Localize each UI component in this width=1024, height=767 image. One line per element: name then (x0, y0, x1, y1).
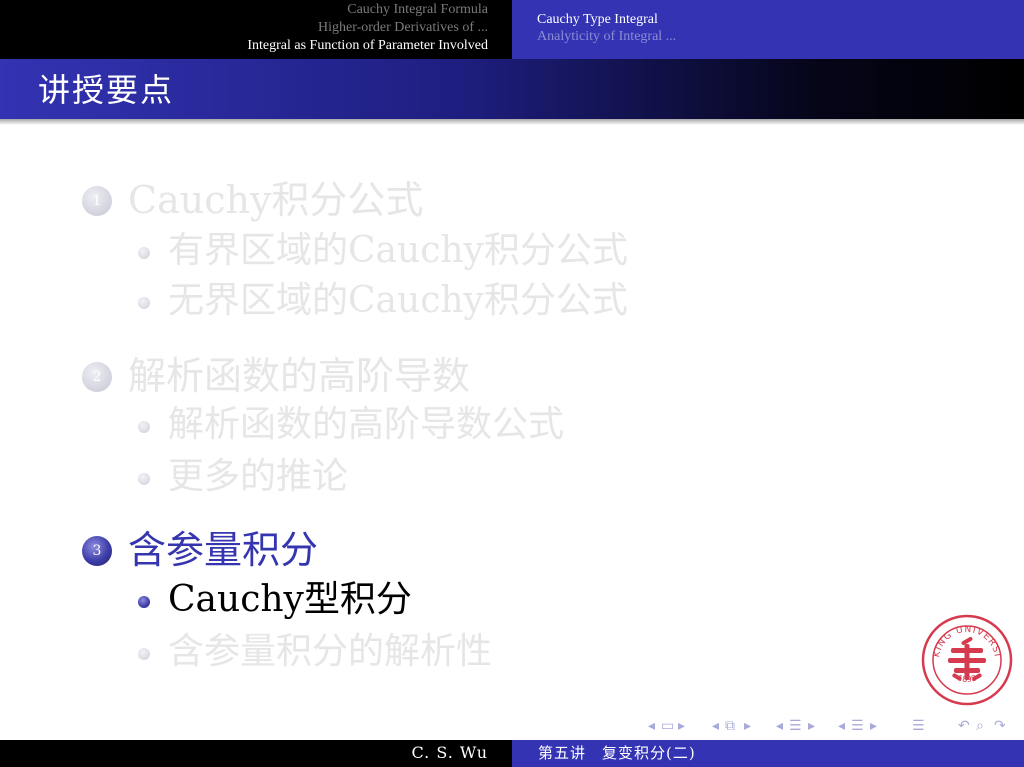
outline-number-badge: 2 (82, 362, 112, 392)
nav-frame-icon[interactable]: ▭ (661, 716, 674, 736)
bullet-icon-current (138, 596, 150, 608)
title-bar-shadow (0, 119, 1024, 125)
outline-item-current[interactable]: 含参量积分 (128, 528, 318, 572)
nav-next-doc-arrow-icon[interactable]: ▸ (870, 716, 877, 736)
frame-title: 讲授要点 (38, 71, 175, 109)
nav-search-icon[interactable]: ⌕ (976, 716, 984, 736)
nav-back-icon[interactable]: ↶ (958, 716, 970, 736)
header-subsections-panel: Cauchy Type Integral Analyticity of Inte… (512, 0, 1024, 59)
footer-short-title: 第五讲 复变积分(二) (538, 744, 696, 762)
nav-next-subsection-arrow-icon[interactable]: ▸ (744, 716, 751, 736)
nav-section-icon[interactable]: ☰ (789, 716, 802, 736)
outline-number-badge: 1 (82, 186, 112, 216)
nav-prev-subsection-arrow-icon[interactable]: ◂ (712, 716, 719, 736)
nav-appendix-icon[interactable]: ☰ (912, 716, 925, 736)
bullet-icon (138, 421, 150, 433)
outline-subitem[interactable]: 更多的推论 (168, 456, 348, 498)
bullet-icon (138, 297, 150, 309)
nav-subsection-icon[interactable]: ⧉ (725, 716, 735, 736)
nav-prev-section-arrow-icon[interactable]: ◂ (776, 716, 783, 736)
header-section-link[interactable]: Higher-order Derivatives of ... (318, 20, 488, 36)
outline-item[interactable]: 解析函数的高阶导数 (128, 354, 470, 398)
outline-number-badge-current: 3 (82, 536, 112, 566)
bullet-icon (138, 473, 150, 485)
outline-subitem[interactable]: 有界区域的Cauchy积分公式 (168, 230, 628, 272)
nav-document-icon[interactable]: ☰ (851, 716, 864, 736)
header-section-link[interactable]: Cauchy Integral Formula (347, 2, 488, 18)
nav-next-frame-arrow-icon[interactable]: ▸ (678, 716, 685, 736)
outline-subitem[interactable]: 解析函数的高阶导数公式 (168, 404, 564, 446)
header-sections-panel: Cauchy Integral Formula Higher-order Der… (0, 0, 512, 59)
footer-author-panel: C. S. Wu (0, 740, 512, 767)
header-subsection-link-current[interactable]: Cauchy Type Integral (537, 12, 658, 28)
frame-title-bar: 讲授要点 (0, 59, 1024, 119)
bullet-icon (138, 648, 150, 660)
header-section-link-current[interactable]: Integral as Function of Parameter Involv… (247, 38, 488, 54)
outline-item[interactable]: Cauchy积分公式 (128, 178, 423, 222)
outline-subitem-current[interactable]: Cauchy型积分 (168, 579, 412, 621)
bullet-icon (138, 247, 150, 259)
footer-title-panel: 第五讲 复变积分(二) (512, 740, 1024, 767)
outline-subitem[interactable]: 含参量积分的解析性 (168, 631, 492, 673)
footer-author: C. S. Wu (411, 743, 488, 762)
navigation-controls: ◂ ▭ ▸ ◂ ⧉ ▸ ◂ ☰ ▸ ◂ ☰ ▸ ☰ ↶ ⌕ ↷ (648, 716, 1020, 738)
university-seal-logo: PEKING UNIVERSITY 1898 (917, 607, 1013, 706)
nav-prev-doc-arrow-icon[interactable]: ◂ (838, 716, 845, 736)
nav-prev-frame-arrow-icon[interactable]: ◂ (648, 716, 655, 736)
nav-forward-icon[interactable]: ↷ (994, 716, 1006, 736)
outline-subitem[interactable]: 无界区域的Cauchy积分公式 (168, 280, 628, 322)
header-subsection-link[interactable]: Analyticity of Integral ... (537, 29, 676, 45)
nav-next-section-arrow-icon[interactable]: ▸ (808, 716, 815, 736)
